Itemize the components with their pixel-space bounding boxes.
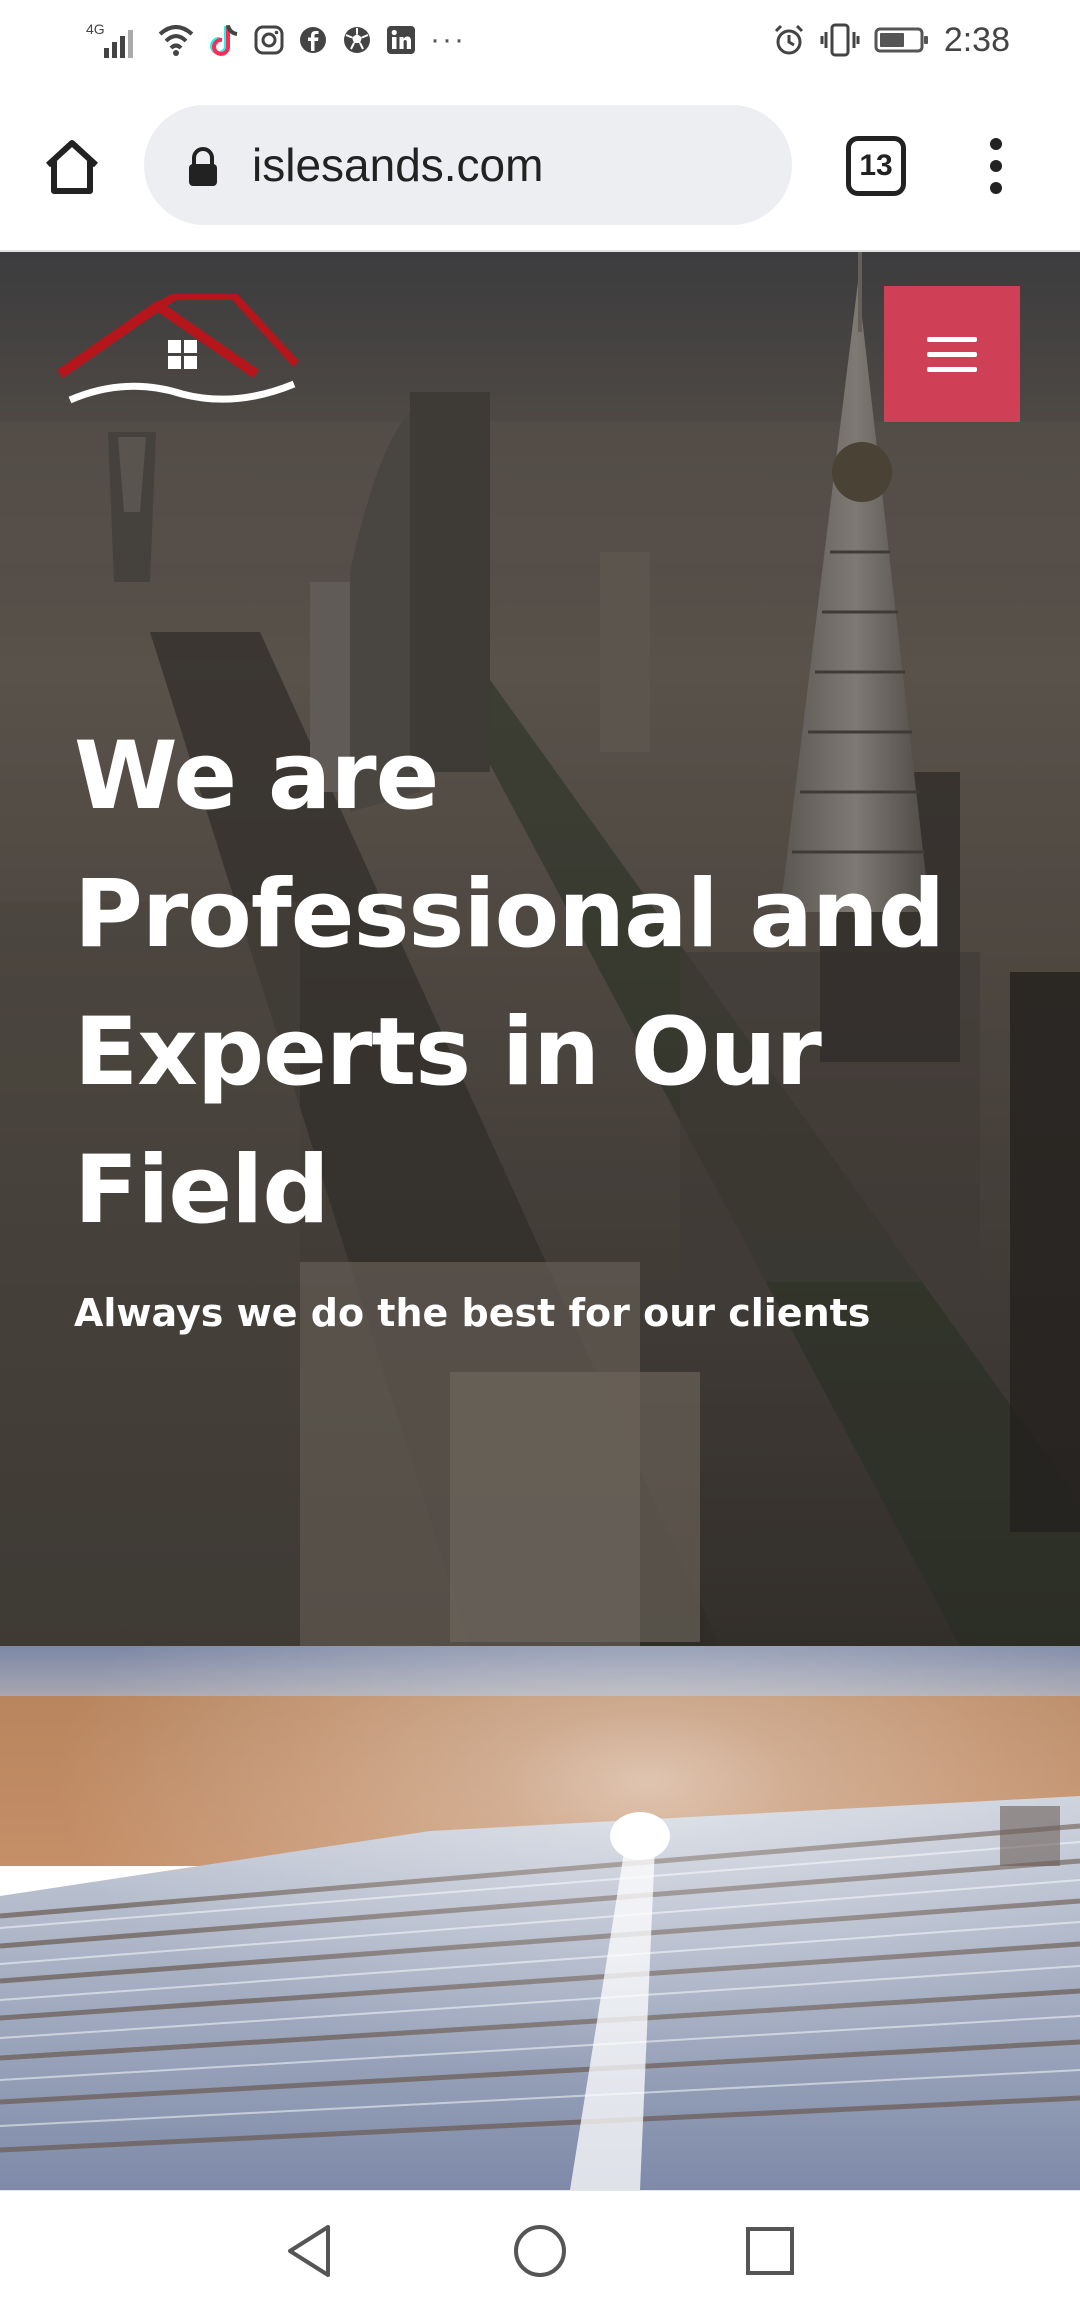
- back-icon: [288, 2225, 330, 2277]
- clock: 2:38: [943, 20, 1010, 59]
- address-bar[interactable]: islesands.com: [144, 105, 792, 225]
- nav-home-button[interactable]: [510, 2221, 570, 2281]
- hamburger-line: [927, 351, 977, 357]
- home-icon: [45, 140, 99, 194]
- solar-farm-picture: [0, 1646, 1080, 2190]
- system-icons: 2:38: [772, 18, 1010, 62]
- hamburger-menu-button[interactable]: [884, 286, 1020, 422]
- alarm-icon: [772, 23, 806, 57]
- hero-subtitle: Always we do the best for our clients: [74, 1291, 871, 1335]
- notification-icons: 4G ···: [86, 18, 466, 62]
- hamburger-line: [927, 336, 977, 342]
- linkedin-icon: [386, 25, 416, 55]
- browser-menu-button[interactable]: [978, 136, 1014, 196]
- more-notifications-icon: ···: [430, 23, 466, 56]
- tab-count: 13: [859, 149, 893, 182]
- football-icon: [342, 25, 372, 55]
- lock-icon: [189, 147, 217, 186]
- vibrate-icon: [820, 22, 860, 58]
- status-bar: 4G ··· 2:38: [0, 0, 1080, 80]
- hero-section: We are Professional and Experts in Our F…: [0, 252, 1080, 1646]
- tab-switcher-button[interactable]: 13: [846, 136, 906, 196]
- svg-text:4G: 4G: [86, 21, 105, 37]
- hamburger-line: [927, 366, 977, 372]
- solar-farm-image: [0, 1646, 1080, 2190]
- site-logo[interactable]: [56, 292, 304, 412]
- recents-icon: [746, 2227, 794, 2275]
- browser-home-button[interactable]: [40, 135, 104, 199]
- home-circle-icon: [514, 2225, 566, 2277]
- url-text: islesands.com: [252, 139, 544, 191]
- wifi-icon: [156, 22, 196, 58]
- house-logo-icon: [57, 292, 299, 404]
- instagram-icon: [254, 25, 284, 55]
- more-vert-icon: [990, 138, 1002, 194]
- hero-title: We are Professional and Experts in Our F…: [74, 722, 945, 1245]
- system-navigation-bar: [0, 2190, 1080, 2312]
- browser-toolbar: islesands.com 13: [0, 80, 1080, 252]
- tiktok-icon: [210, 22, 240, 58]
- facebook-icon: [298, 25, 328, 55]
- nav-recents-button[interactable]: [740, 2221, 800, 2281]
- battery-icon: [874, 25, 930, 55]
- signal-icon: 4G: [86, 20, 142, 60]
- nav-back-button[interactable]: [280, 2221, 340, 2281]
